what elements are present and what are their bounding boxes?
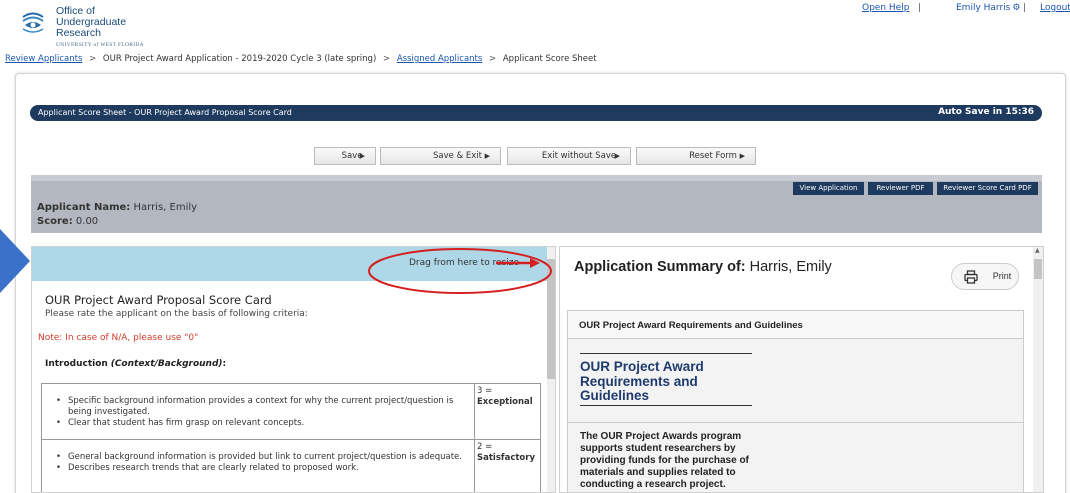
print-label: Print (992, 271, 1012, 281)
triangle-right-icon: ▶ (484, 152, 490, 160)
applicant-info-band: View Application Reviewer PDF Reviewer S… (31, 175, 1042, 233)
summary-name: Harris, Emily (749, 259, 832, 275)
logo-line-2: Undergraduate Research (56, 16, 127, 39)
view-application-button[interactable]: View Application (793, 182, 864, 195)
page-title: Applicant Score Sheet - OUR Project Awar… (38, 108, 292, 117)
breadcrumb-assigned-applicants[interactable]: Assigned Applicants (397, 54, 483, 64)
action-toolbar: Save ▶ Save & Exit ▶ Exit without Save ▶ Re… (0, 147, 1070, 165)
criteria-score-cell: 2 = Satisfactory (474, 440, 542, 492)
criteria-score-label: Exceptional (477, 397, 533, 407)
exit-without-save-button[interactable]: Exit without Save ▶ (507, 147, 631, 165)
criteria-score-label: Satisfactory (477, 453, 536, 463)
reviewer-pdf-button[interactable]: Reviewer PDF (868, 182, 933, 195)
criteria-row: Specific background information provides… (42, 384, 540, 440)
autosave-timer: Auto Save in 15:36 (938, 107, 1034, 117)
band-strip (31, 175, 1042, 181)
criteria-bullet: Specific background information provides… (54, 396, 474, 418)
resize-callout-ellipse (368, 248, 552, 294)
applicant-name-value: Harris, Emily (133, 202, 198, 213)
logo-line-3: UNIVERSITY of WEST FLORIDA (56, 42, 144, 48)
breadcrumb-separator: > (489, 54, 497, 64)
open-help-link[interactable]: Open Help (862, 3, 909, 13)
breadcrumb-application: OUR Project Award Application - 2019-202… (102, 54, 377, 64)
section-label: Introduction (45, 359, 108, 369)
right-scrollbar-thumb[interactable] (1034, 259, 1042, 279)
requirements-content: OUR Project Award Requirements and Guide… (568, 339, 1023, 492)
criteria-score-cell: 3 = Exceptional (474, 384, 542, 439)
triangle-right-icon: ▶ (614, 152, 620, 160)
logout-link[interactable]: Logout (1040, 3, 1070, 13)
reset-form-label: Reset Form (689, 151, 737, 161)
logo-wave-icon (22, 12, 44, 33)
criteria-bullet: General background information is provid… (54, 452, 474, 463)
divider (568, 422, 1023, 423)
blue-arrow-right-icon (0, 229, 30, 293)
link-separator: | (918, 3, 922, 13)
breadcrumb-review-applicants[interactable]: Review Applicants (5, 54, 82, 64)
section-colon: : (222, 359, 227, 369)
criteria-row: General background information is provid… (42, 440, 542, 492)
triangle-right-icon: ▶ (739, 152, 745, 160)
criteria-bullet: Describes research trends that are clear… (54, 463, 474, 474)
top-links: Open Help | Emily Harris ⚙ | Logout (830, 3, 1070, 17)
requirements-header: OUR Project Award Requirements and Guide… (568, 311, 1023, 339)
user-menu[interactable]: Emily Harris ⚙ (956, 3, 1020, 13)
section-introduction: Introduction (Context/Background): (45, 359, 226, 369)
print-button[interactable]: Print (951, 263, 1019, 290)
scroll-up-icon[interactable]: ▲ (1035, 247, 1040, 254)
criteria-list: Specific background information provides… (54, 396, 474, 429)
score-sheet-header: Applicant Score Sheet - OUR Project Awar… (30, 105, 1042, 121)
reset-form-button[interactable]: Reset Form ▶ (636, 147, 756, 165)
user-name: Emily Harris (956, 3, 1011, 13)
link-separator: | (1023, 3, 1027, 13)
criteria-score-value: 3 = (477, 386, 493, 396)
applicant-name: Applicant Name: Harris, Emily (37, 202, 197, 213)
reviewer-score-card-pdf-button[interactable]: Reviewer Score Card PDF (937, 182, 1038, 195)
exit-without-save-label: Exit without Save (541, 151, 617, 161)
criteria-score-value: 2 = (477, 442, 493, 452)
summary-title: Application Summary of: Harris, Emily (574, 259, 832, 275)
save-button[interactable]: Save ▶ (314, 147, 376, 165)
applicant-score-value: 0.00 (75, 216, 99, 227)
requirements-heading: OUR Project Award Requirements and Guide… (579, 320, 803, 331)
score-card-title: OUR Project Award Proposal Score Card (45, 293, 272, 307)
logo-text: Office of Undergraduate Research UNIVERS… (56, 6, 170, 51)
criteria-table: Specific background information provides… (41, 383, 542, 492)
breadcrumb: Review Applicants > OUR Project Award Ap… (5, 54, 597, 64)
printer-icon (964, 270, 978, 284)
application-summary-pane: Application Summary of: Harris, Emily Pr… (559, 246, 1044, 493)
top-bar: Office of Undergraduate Research UNIVERS… (0, 0, 1070, 48)
applicant-score: Score: 0.00 (37, 216, 98, 227)
divider (580, 353, 752, 354)
save-exit-label: Save & Exit (433, 151, 482, 161)
applicant-score-label: Score: (37, 216, 73, 227)
breadcrumb-current: Applicant Score Sheet (502, 54, 597, 64)
applicant-name-label: Applicant Name: (37, 202, 131, 213)
save-exit-button[interactable]: Save & Exit ▶ (380, 147, 501, 165)
triangle-right-icon: ▶ (359, 152, 365, 160)
gear-icon[interactable]: ⚙ (1012, 3, 1020, 13)
summary-prefix: Application Summary of: (574, 259, 746, 275)
criteria-bullet: Clear that student has firm grasp on rel… (54, 418, 474, 429)
na-note: Note: In case of N/A, please use "0" (38, 333, 199, 343)
requirements-body: The OUR Project Awards program supports … (580, 431, 749, 490)
breadcrumb-separator: > (382, 54, 391, 64)
score-card-subtitle: Please rate the applicant on the basis o… (45, 309, 308, 319)
right-scrollbar[interactable]: ▲ (1033, 247, 1043, 492)
requirements-title: OUR Project Award Requirements and Guide… (580, 359, 704, 403)
requirements-box: OUR Project Award Requirements and Guide… (567, 310, 1024, 492)
our-logo[interactable]: Office of Undergraduate Research UNIVERS… (20, 6, 170, 48)
criteria-list: General background information is provid… (54, 452, 474, 474)
section-sub: (Context/Background) (110, 359, 223, 369)
divider (580, 405, 752, 406)
breadcrumb-separator: > (89, 54, 97, 64)
